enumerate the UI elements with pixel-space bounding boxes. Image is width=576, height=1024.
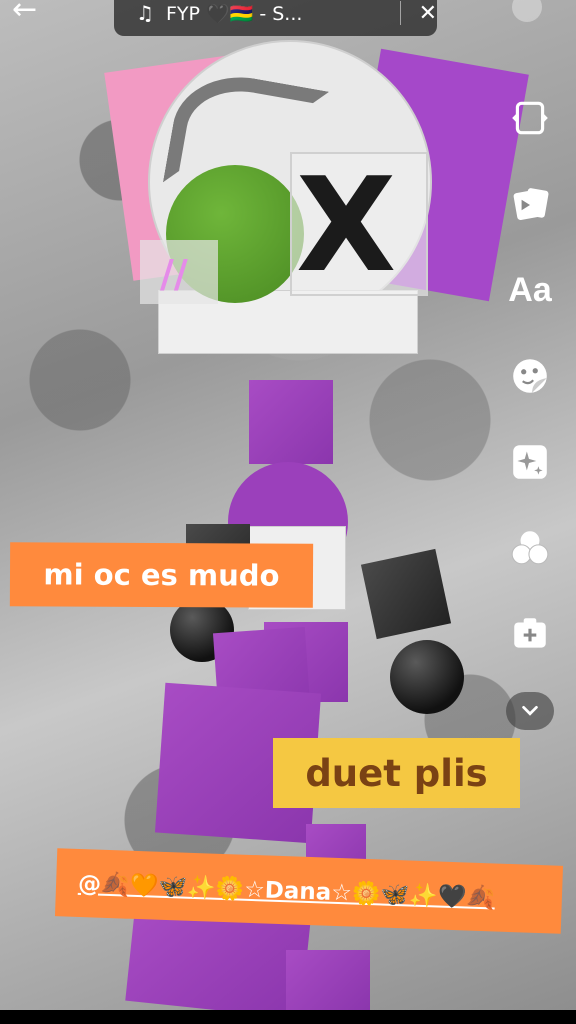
effects-button[interactable] bbox=[506, 180, 554, 228]
sticker-icon bbox=[513, 359, 547, 393]
divider bbox=[399, 1, 401, 25]
add-clip-icon bbox=[514, 618, 546, 648]
back-button[interactable]: ← bbox=[12, 0, 48, 27]
flip-icon bbox=[512, 101, 548, 135]
text-sticker-duet[interactable]: duet plis bbox=[273, 738, 520, 808]
dark-cube-right bbox=[360, 548, 452, 640]
enhance-button[interactable] bbox=[506, 438, 554, 486]
dark-ball-right bbox=[390, 640, 464, 714]
purple-cube-6 bbox=[286, 950, 370, 1010]
sticker-button[interactable] bbox=[506, 352, 554, 400]
music-note-icon: ♫ bbox=[136, 1, 154, 25]
text-sticker-mi-oc[interactable]: mi oc es mudo bbox=[9, 542, 314, 608]
sound-title: FYP 🖤🇲🇺 - S... bbox=[165, 2, 303, 25]
text-button[interactable]: Aa bbox=[506, 266, 554, 314]
slash-mark: // bbox=[160, 252, 188, 296]
purple-cube-top bbox=[249, 380, 333, 464]
add-clip-button[interactable] bbox=[506, 610, 554, 658]
more-tools-button[interactable] bbox=[506, 692, 554, 730]
close-icon[interactable]: ✕ bbox=[419, 1, 437, 26]
chevron-down-icon bbox=[522, 705, 538, 716]
flip-button[interactable] bbox=[506, 94, 554, 142]
sound-bar[interactable]: ♫ FYP 🖤🇲🇺 - S... ✕ bbox=[114, 0, 437, 36]
filters-button[interactable] bbox=[506, 524, 554, 572]
bottom-bar bbox=[0, 1010, 576, 1024]
text-tool-label: Aa bbox=[508, 270, 552, 309]
video-preview: // X ← ♫ FYP 🖤🇲🇺 - S... ✕ Aa mi oc es mu… bbox=[0, 0, 576, 1010]
effects-icon bbox=[513, 188, 549, 220]
arrow-left-icon: ← bbox=[12, 0, 38, 27]
filters-icon bbox=[511, 531, 549, 565]
mention-text: @🍂🧡🦋✨🌼☆Dana☆🌼🦋✨🖤🍂 bbox=[77, 870, 496, 911]
sparkle-icon bbox=[513, 445, 547, 479]
